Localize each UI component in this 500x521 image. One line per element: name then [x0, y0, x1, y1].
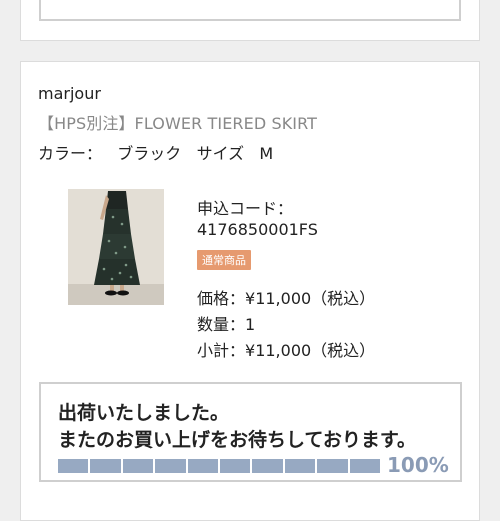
- progress-segment: [349, 459, 381, 473]
- color-label: カラー：: [38, 144, 103, 163]
- price-row: 価格：¥11,000（税込）: [197, 285, 375, 309]
- progress-segment: [220, 459, 251, 473]
- progress-segment: [284, 459, 316, 473]
- quantity-row: 数量：1: [197, 311, 255, 335]
- shipping-progress-bar: [58, 459, 381, 473]
- size-label: サイズ: [196, 144, 245, 163]
- progress-segment: [252, 459, 283, 473]
- progress-segment: [90, 459, 121, 473]
- status-message-line1: 出荷いたしました。: [58, 402, 230, 424]
- previous-status-box: [39, 0, 461, 21]
- order-code-label: 申込コード：: [197, 199, 294, 218]
- progress-segment: [187, 459, 219, 473]
- item-type-badge: 通常商品: [197, 250, 251, 270]
- size-value: M: [259, 144, 274, 163]
- previous-order-card: [20, 0, 480, 41]
- quantity-label: 数量：: [197, 315, 246, 334]
- price-label: 価格：: [197, 289, 246, 308]
- order-code-value: 4176850001FS: [197, 220, 318, 239]
- progress-percent-label: 100%: [387, 453, 449, 477]
- progress-segment: [317, 459, 348, 473]
- status-message-line2: またのお買い上げをお待ちしております。: [58, 429, 416, 451]
- color-value: ブラック: [117, 144, 182, 163]
- price-value: ¥11,000（税込）: [245, 289, 376, 308]
- brand-name: marjour: [38, 84, 101, 103]
- subtotal-row: 小計：¥11,000（税込）: [197, 337, 375, 361]
- progress-segment: [122, 459, 154, 473]
- progress-segment: [155, 459, 186, 473]
- subtotal-label: 小計：: [197, 341, 246, 360]
- order-item-card: marjour 【HPS別注】FLOWER TIERED SKIRT カラー： …: [20, 61, 480, 521]
- variant-info: カラー： ブラック サイズ M: [38, 140, 273, 164]
- product-name[interactable]: 【HPS別注】FLOWER TIERED SKIRT: [38, 110, 317, 134]
- shipping-status-box: 出荷いたしました。 またのお買い上げをお待ちしております。 100%: [39, 382, 462, 482]
- subtotal-value: ¥11,000（税込）: [245, 341, 376, 360]
- progress-segment: [58, 459, 89, 473]
- product-thumbnail[interactable]: [68, 189, 164, 305]
- quantity-value: 1: [245, 315, 256, 334]
